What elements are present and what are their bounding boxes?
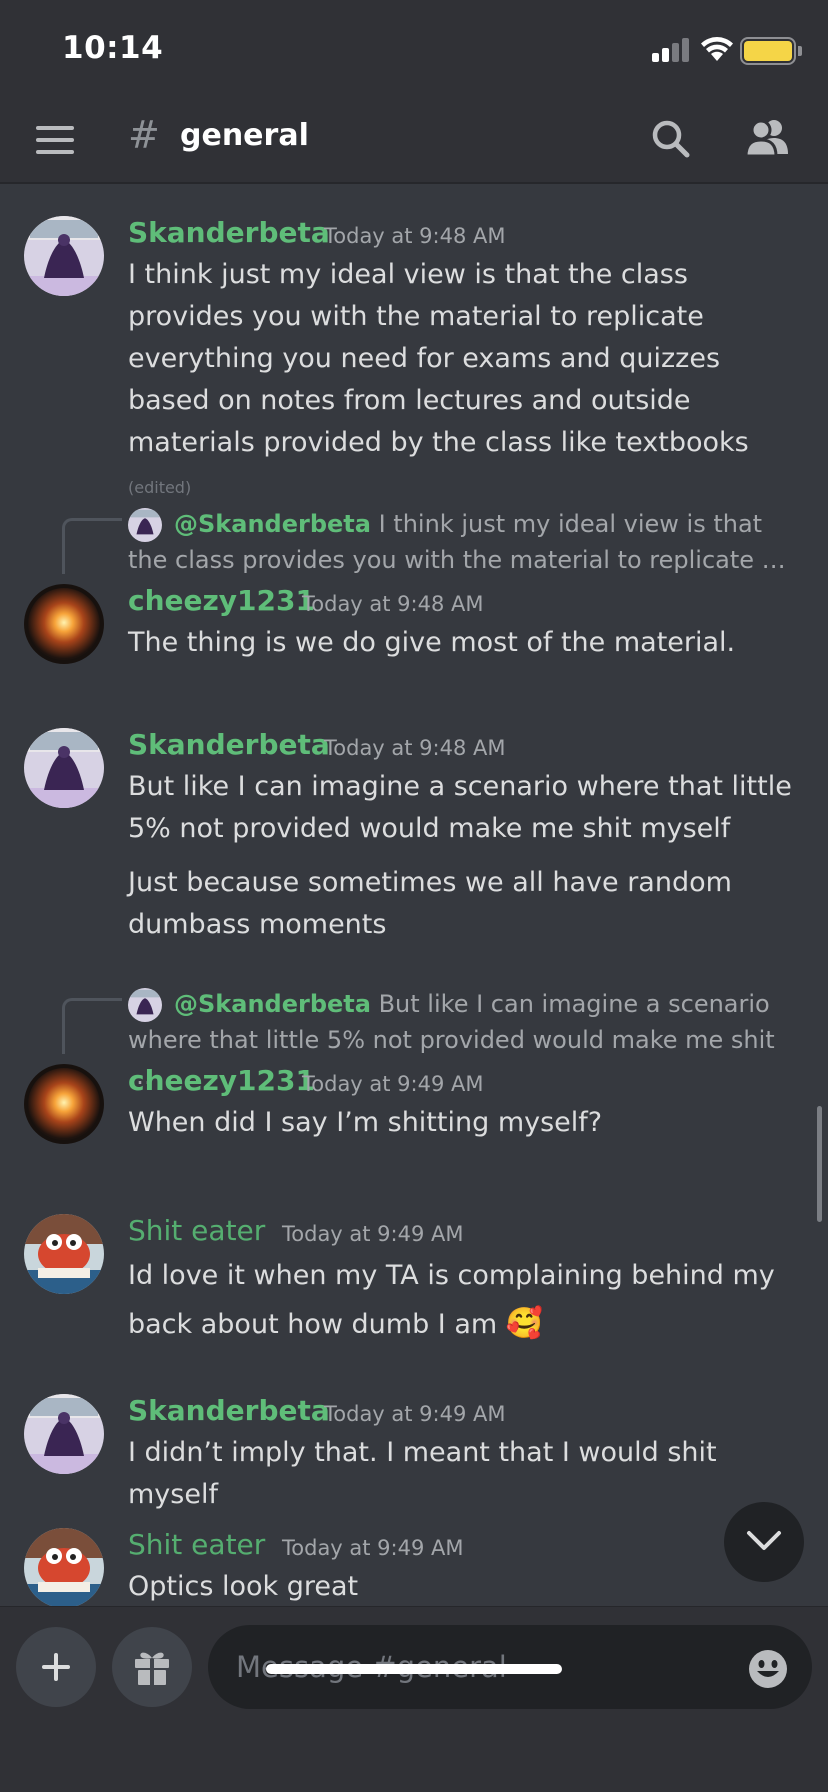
message-timestamp: Today at 9:49 AM <box>282 1222 464 1246</box>
discord-mobile-screen: 10:14 # general Skanderbeta Today at 9:4… <box>0 0 828 1792</box>
message-content: When did I say I’m shitting myself? <box>128 1107 603 1138</box>
message-author[interactable]: cheezy1231 <box>128 584 315 617</box>
channel-header: # general <box>0 96 828 184</box>
message-author[interactable]: Shit eater <box>128 1214 265 1247</box>
cellular-signal-icon <box>652 38 690 62</box>
hamburger-menu-icon[interactable] <box>36 126 74 154</box>
gift-button[interactable] <box>112 1627 192 1707</box>
scrollbar-thumb[interactable] <box>817 1106 822 1222</box>
message-content: But like I can imagine a scenario where … <box>128 771 792 844</box>
reply-connector <box>62 518 122 574</box>
emoji-icon[interactable] <box>748 1649 788 1689</box>
message-author[interactable]: cheezy1231 <box>128 1064 315 1097</box>
message-composer <box>0 1606 828 1792</box>
home-indicator <box>266 1664 562 1674</box>
reply-preview[interactable]: @Skanderbeta I think just my ideal view … <box>128 506 798 578</box>
channel-hash-icon: # <box>128 113 160 157</box>
purple-figure-avatar[interactable] <box>24 216 104 296</box>
message-timestamp: Today at 9:48 AM <box>324 224 506 248</box>
message-content: Just because sometimes we all have rando… <box>128 867 732 940</box>
message-timestamp: Today at 9:48 AM <box>324 736 506 760</box>
message-author[interactable]: Skanderbeta <box>128 1394 330 1427</box>
status-bar: 10:14 <box>0 0 828 96</box>
purple-figure-avatar[interactable] <box>24 728 104 808</box>
crab-cartoon-avatar[interactable] <box>24 1214 104 1294</box>
edited-label: (edited) <box>128 478 192 497</box>
message-timestamp: Today at 9:49 AM <box>324 1402 506 1426</box>
message-timestamp: Today at 9:49 AM <box>282 1536 464 1560</box>
smiling-hearts-emoji: 🥰 <box>505 1306 544 1341</box>
purple-figure-avatar[interactable] <box>24 1394 104 1474</box>
message-timestamp: Today at 9:49 AM <box>302 1072 484 1096</box>
message-content: The thing is we do give most of the mate… <box>128 627 736 658</box>
message-content: Optics look great <box>128 1571 359 1602</box>
message-content: I didn’t imply that. I meant that I woul… <box>128 1437 717 1510</box>
channel-title[interactable]: general <box>180 118 309 153</box>
message-content: Id love it when my TA is complaining beh… <box>128 1260 775 1341</box>
members-icon[interactable] <box>744 116 792 158</box>
message-content: I think just my ideal view is that the c… <box>128 259 749 497</box>
message-author[interactable]: Skanderbeta <box>128 216 330 249</box>
jump-to-bottom-button[interactable] <box>724 1502 804 1582</box>
add-attachment-button[interactable] <box>16 1627 96 1707</box>
chevron-down-icon <box>747 1531 781 1550</box>
search-icon[interactable] <box>650 118 692 160</box>
glowing-orb-avatar[interactable] <box>24 1064 104 1144</box>
message-timestamp: Today at 9:48 AM <box>302 592 484 616</box>
message-author[interactable]: Shit eater <box>128 1528 265 1561</box>
gift-icon <box>135 1652 169 1685</box>
wifi-icon <box>701 37 733 61</box>
status-time: 10:14 <box>62 30 164 66</box>
message-author[interactable]: Skanderbeta <box>128 728 330 761</box>
crab-cartoon-avatar[interactable] <box>24 1528 104 1606</box>
reply-connector <box>62 998 122 1054</box>
message-list[interactable]: Skanderbeta Today at 9:48 AM I think jus… <box>0 186 828 1606</box>
battery-icon <box>740 37 796 65</box>
glowing-orb-avatar[interactable] <box>24 584 104 664</box>
